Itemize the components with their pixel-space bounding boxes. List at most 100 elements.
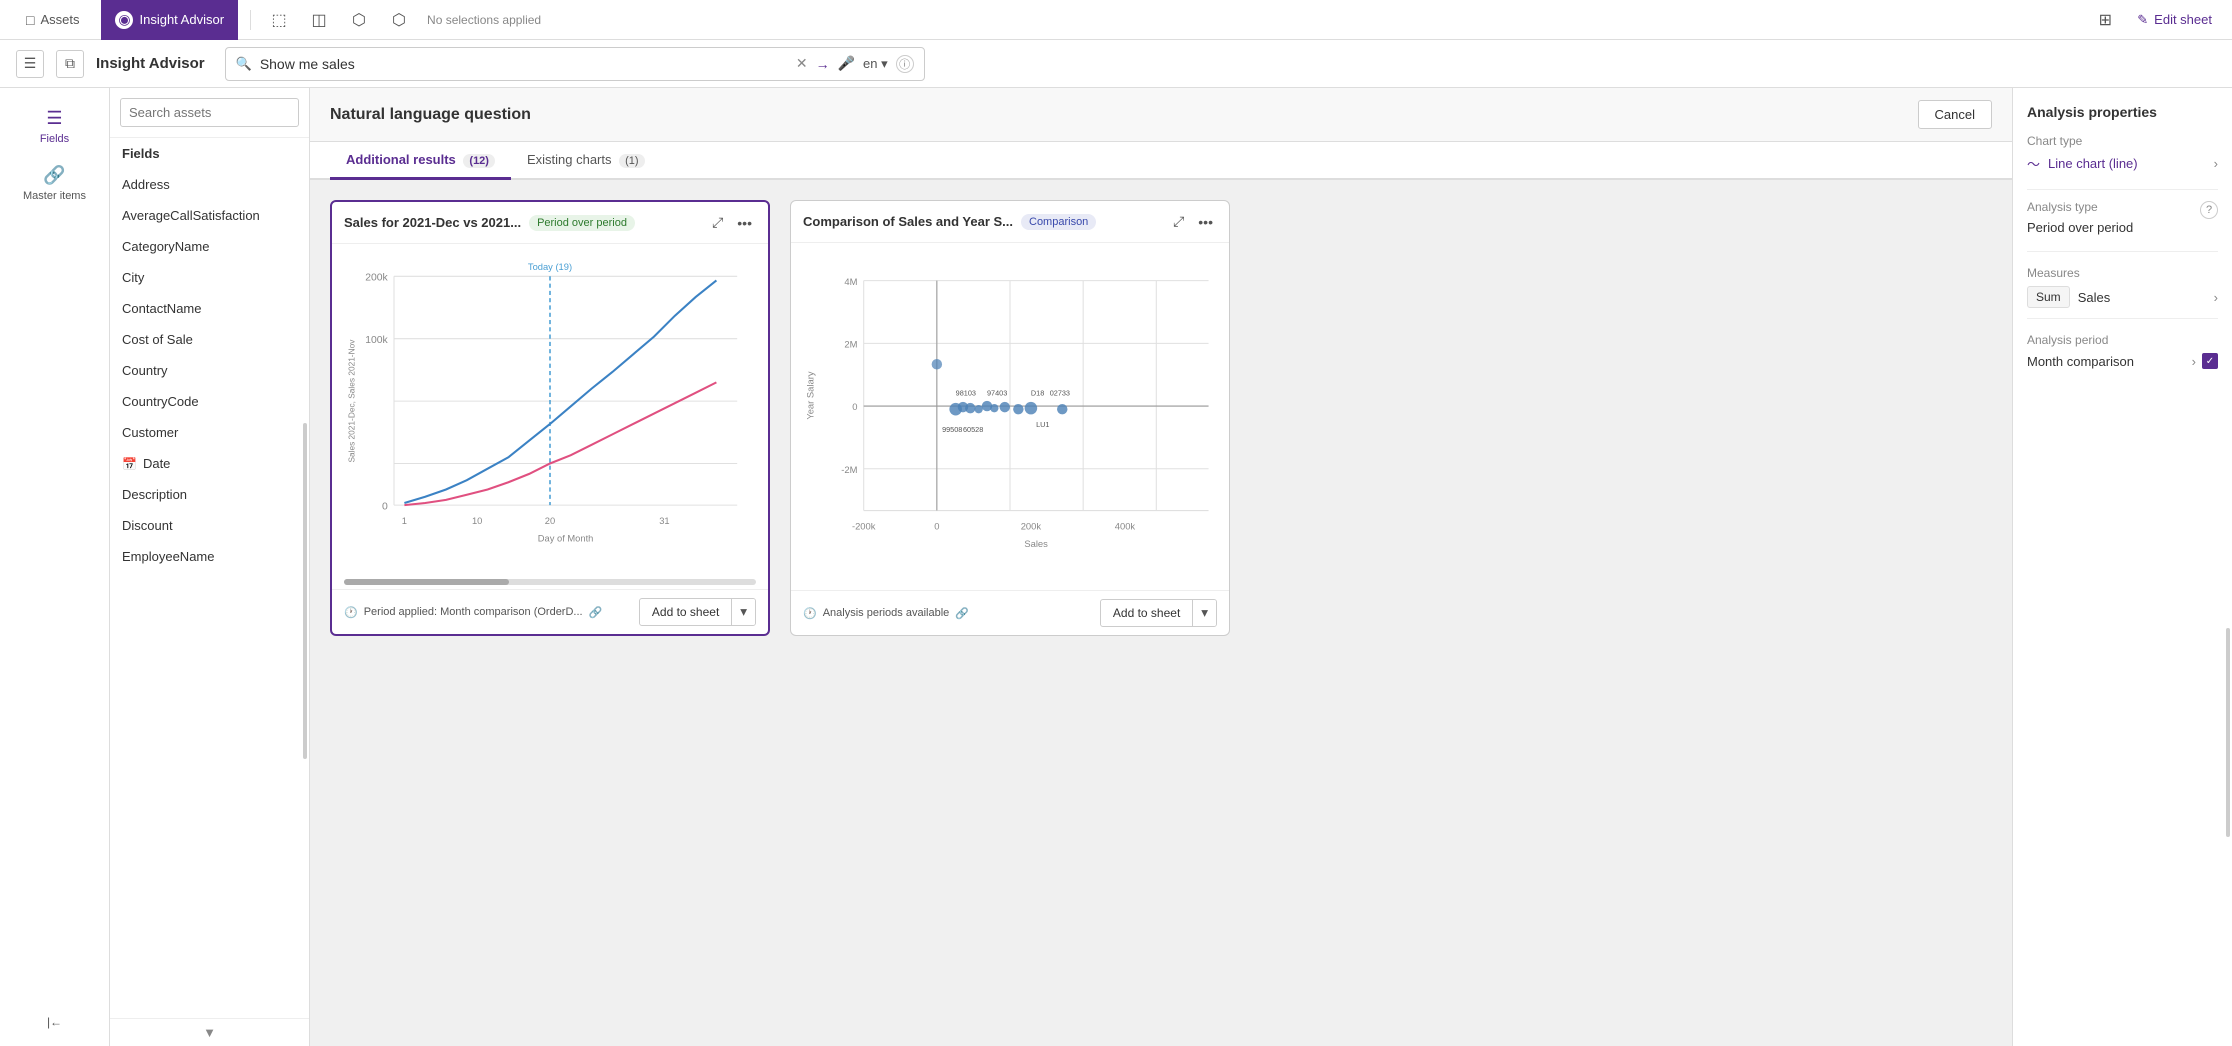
field-contact-name[interactable]: ContactName <box>110 293 309 324</box>
chart-1-scrollbar[interactable] <box>344 579 756 585</box>
customer-label: Customer <box>122 425 178 440</box>
svg-text:200k: 200k <box>365 272 388 283</box>
chart-2-footer-info: 🕐 Analysis periods available 🔗 <box>803 607 969 620</box>
add-to-sheet-dropdown-1[interactable]: ▾ <box>731 599 755 625</box>
field-category-name[interactable]: CategoryName <box>110 231 309 262</box>
chart-card-2-header: Comparison of Sales and Year S... Compar… <box>791 201 1229 243</box>
selection-icon-4[interactable]: ⬡ <box>383 4 415 36</box>
measures-sum-tag: Sum <box>2027 286 2070 308</box>
field-customer[interactable]: Customer <box>110 417 309 448</box>
field-address[interactable]: Address <box>110 169 309 200</box>
measures-chevron[interactable]: › <box>2214 290 2218 305</box>
measures-field-value: Sales <box>2078 290 2111 305</box>
field-discount[interactable]: Discount <box>110 510 309 541</box>
tab-assets[interactable]: □ Assets <box>12 0 93 40</box>
main-layout: ☰ Fields 🔗 Master items |← Fields Addres… <box>0 88 2232 1046</box>
panel-toggle-1[interactable]: ☰ <box>16 50 44 78</box>
svg-text:99508: 99508 <box>942 425 962 434</box>
selection-icon-2[interactable]: ◫ <box>303 4 335 36</box>
svg-text:98103: 98103 <box>956 389 976 398</box>
svg-text:0: 0 <box>934 520 939 531</box>
analysis-type-help-btn[interactable]: ? <box>2200 201 2218 219</box>
no-selections-text: No selections applied <box>427 13 541 27</box>
chart-type-row[interactable]: 〜 Line chart (line) › <box>2027 154 2218 173</box>
chart-1-title: Sales for 2021-Dec vs 2021... <box>344 215 521 230</box>
add-to-sheet-btn-1: Add to sheet ▾ <box>639 598 756 626</box>
sidebar-item-master-items-label: Master items <box>23 190 86 202</box>
chart-type-chevron: › <box>2214 156 2218 171</box>
tab-additional-results[interactable]: Additional results (12) <box>330 142 511 180</box>
field-average-call[interactable]: AverageCallSatisfaction <box>110 200 309 231</box>
tab-insight-advisor[interactable]: ◉ Insight Advisor <box>101 0 238 40</box>
fields-panel: Fields Address AverageCallSatisfaction C… <box>110 88 310 1046</box>
svg-text:1: 1 <box>402 516 407 526</box>
chart-2-title-row: Comparison of Sales and Year S... Compar… <box>803 214 1169 230</box>
grid-view-btn[interactable]: ⊞ <box>2089 4 2121 36</box>
separator <box>250 10 251 30</box>
field-date[interactable]: 📅 Date <box>110 448 309 479</box>
chart-2-period-text: Analysis periods available <box>823 607 950 619</box>
lang-selector[interactable]: en ▾ <box>863 56 888 72</box>
divider-3 <box>2027 318 2218 319</box>
chart-2-more-btn[interactable]: ••• <box>1194 212 1217 232</box>
edit-sheet-btn[interactable]: ✎ Edit sheet <box>2129 8 2220 32</box>
analysis-type-row: Analysis type ? <box>2027 200 2218 220</box>
chart-type-section: Chart type 〜 Line chart (line) › <box>2027 134 2218 173</box>
selection-icon-3[interactable]: ⬡ <box>343 4 375 36</box>
svg-text:10: 10 <box>472 516 482 526</box>
add-to-sheet-main-2[interactable]: Add to sheet <box>1101 601 1192 625</box>
insight-advisor-icon: ◉ <box>115 11 133 29</box>
field-city[interactable]: City <box>110 262 309 293</box>
nlq-title: Natural language question <box>330 106 531 124</box>
analysis-period-section-title: Analysis period <box>2027 333 2218 347</box>
analysis-type-section: Analysis type ? Period over period <box>2027 200 2218 235</box>
field-employee-name[interactable]: EmployeeName <box>110 541 309 572</box>
chart-1-expand-btn[interactable]: ⤢ <box>708 212 727 233</box>
measures-row: Sum Sales › <box>2027 286 2218 308</box>
sidebar-collapse-btn[interactable]: |← <box>39 1006 71 1038</box>
tabs-bar: Additional results (12) Existing charts … <box>310 142 2012 180</box>
info-icon[interactable]: ⓘ <box>896 55 914 73</box>
svg-text:400k: 400k <box>1115 520 1136 531</box>
assets-icon: □ <box>26 12 34 28</box>
chart-1-body: 200k 100k 0 1 10 20 31 Sales 2021-Dec, S… <box>332 244 768 579</box>
period-checkbox[interactable]: ✓ <box>2202 353 2218 369</box>
arrow-right-btn[interactable]: → <box>816 56 830 72</box>
scroll-down-indicator[interactable]: ▼ <box>110 1018 309 1046</box>
svg-text:100k: 100k <box>365 335 388 346</box>
left-sidebar: ☰ Fields 🔗 Master items |← <box>0 88 110 1046</box>
panel-toggle-2[interactable]: ⧉ <box>56 50 84 78</box>
field-country[interactable]: Country <box>110 355 309 386</box>
chart-2-title: Comparison of Sales and Year S... <box>803 214 1013 229</box>
search-input[interactable] <box>260 56 796 72</box>
divider-1 <box>2027 189 2218 190</box>
search-assets-input[interactable] <box>120 98 299 127</box>
chart-1-footer-info: 🕐 Period applied: Month comparison (Orde… <box>344 606 602 619</box>
search-bar: 🔍 ✕ → 🎤 en ▾ ⓘ <box>225 47 925 81</box>
cancel-btn[interactable]: Cancel <box>1918 100 1992 129</box>
mic-icon[interactable]: 🎤 <box>838 55 855 72</box>
chart-card-2: Comparison of Sales and Year S... Compar… <box>790 200 1230 636</box>
sidebar-item-fields-label: Fields <box>40 133 69 145</box>
add-to-sheet-main-1[interactable]: Add to sheet <box>640 600 731 624</box>
period-chevron[interactable]: › <box>2192 354 2196 369</box>
chart-1-period-text: Period applied: Month comparison (OrderD… <box>364 606 583 618</box>
sidebar-item-master-items[interactable]: 🔗 Master items <box>10 157 100 210</box>
right-panel-title: Analysis properties <box>2027 104 2218 120</box>
chart-1-more-btn[interactable]: ••• <box>733 213 756 233</box>
clear-search-btn[interactable]: ✕ <box>796 55 808 72</box>
sidebar-item-fields[interactable]: ☰ Fields <box>10 100 100 153</box>
chart-2-expand-btn[interactable]: ⤢ <box>1169 211 1188 232</box>
search-icon: 🔍 <box>236 56 252 72</box>
selection-icon-1[interactable]: ⬚ <box>263 4 295 36</box>
measures-section: Measures Sum Sales › <box>2027 266 2218 308</box>
chart-1-badge: Period over period <box>529 215 635 231</box>
field-cost-of-sale[interactable]: Cost of Sale <box>110 324 309 355</box>
second-bar: ☰ ⧉ Insight Advisor 🔍 ✕ → 🎤 en ▾ ⓘ <box>0 40 2232 88</box>
field-description[interactable]: Description <box>110 479 309 510</box>
add-to-sheet-dropdown-2[interactable]: ▾ <box>1192 600 1216 626</box>
field-country-code[interactable]: CountryCode <box>110 386 309 417</box>
tab-existing-charts[interactable]: Existing charts (1) <box>511 142 661 180</box>
svg-text:-2M: -2M <box>841 464 857 475</box>
measures-section-title: Measures <box>2027 266 2218 280</box>
